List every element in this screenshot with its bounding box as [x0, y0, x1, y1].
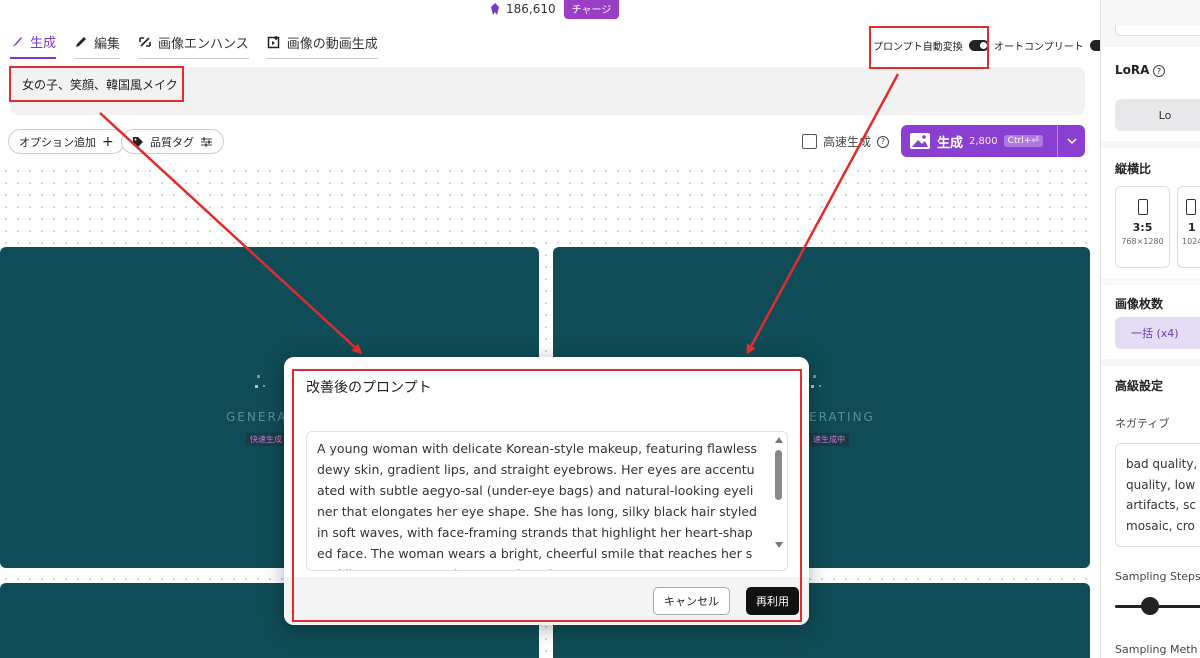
negative-line: quality, low: [1126, 477, 1196, 492]
improved-prompt-text: A young woman with delicate Korean-style…: [317, 441, 757, 570]
negative-line: bad quality,: [1126, 457, 1198, 471]
brush-icon: [12, 36, 22, 47]
fast-generate-option[interactable]: 高速生成 ?: [802, 133, 890, 150]
improved-prompt-textarea[interactable]: A young woman with delicate Korean-style…: [306, 431, 788, 571]
fast-badge: 快速生成: [246, 433, 286, 446]
scroll-thumb[interactable]: [775, 450, 782, 500]
dialog-title: 改善後のプロンプト: [306, 380, 432, 396]
cancel-button[interactable]: キャンセル: [653, 587, 730, 615]
sidebar-top: [1101, 0, 1200, 40]
tab-label: 画像の動画生成: [286, 36, 378, 52]
chevron-down-icon: [1066, 138, 1077, 144]
add-option-button[interactable]: オプション追加 +: [8, 129, 125, 154]
toggle-switch[interactable]: [968, 40, 989, 51]
enhance-icon: [139, 37, 151, 47]
batch-x4-option[interactable]: 一括 (x4): [1115, 317, 1200, 349]
tab-edit[interactable]: 編集: [74, 32, 121, 59]
autocomplete-toggle[interactable]: オートコンプリート: [994, 38, 1110, 53]
prompt-input[interactable]: 女の子、笑顔、韓国風メイク: [10, 67, 1085, 115]
tag-icon: [133, 136, 143, 147]
image-count-label: 画像枚数: [1115, 297, 1164, 311]
quality-tag-button[interactable]: 品質タグ: [121, 129, 224, 154]
sampling-method-label: Sampling Meth: [1115, 643, 1198, 656]
generate-cost: 2,800: [969, 135, 998, 147]
aspect-ratio-section: 縦横比 3:5 768×1280 1 1024: [1101, 148, 1200, 278]
dialog-footer: キャンセル 再利用: [284, 577, 809, 625]
loading-dots-icon: [811, 375, 821, 388]
portrait-icon: [1186, 199, 1196, 215]
ratio-size: 768×1280: [1121, 237, 1164, 246]
tab-generate[interactable]: 生成: [10, 32, 57, 59]
ratio-option-3-5[interactable]: 3:5 768×1280: [1115, 186, 1170, 268]
reuse-button[interactable]: 再利用: [746, 587, 799, 615]
quality-tag-label: 品質タグ: [150, 135, 194, 149]
generate-options-dropdown[interactable]: [1057, 125, 1085, 157]
ratio-value: 3:5: [1132, 221, 1153, 234]
scroll-down-icon[interactable]: [775, 542, 783, 548]
help-icon[interactable]: ?: [877, 135, 890, 148]
generate-label: 生成: [937, 135, 964, 151]
shortcut-hint: Ctrl+⏎: [1003, 135, 1043, 147]
image-icon: [910, 133, 930, 149]
ratio-size: 1024: [1182, 237, 1200, 246]
advanced-section: 高級設定 ネガティブ bad quality, quality, low art…: [1101, 366, 1200, 658]
aspect-ratio-label: 縦横比: [1115, 162, 1152, 176]
plus-icon: +: [102, 133, 114, 150]
charge-button[interactable]: チャージ: [563, 0, 620, 19]
lora-button[interactable]: Lo: [1115, 99, 1200, 131]
improved-prompt-dialog: 改善後のプロンプト A young woman with delicate Ko…: [284, 357, 809, 625]
credits-display: 186,610 チャージ: [488, 0, 620, 19]
ratio-value: 1: [1188, 221, 1196, 234]
advanced-label: 高級設定: [1115, 379, 1164, 393]
tab-label: 生成: [30, 36, 57, 51]
settings-sidebar: LoRA ? Lo 縦横比 3:5 768×1280 1 1024 画像枚数 一…: [1100, 0, 1200, 658]
sampling-steps-label: Sampling Steps: [1115, 570, 1200, 583]
lora-label: LoRA: [1115, 63, 1150, 77]
video-icon: [267, 36, 280, 49]
negative-line: mosaic, cro: [1126, 518, 1195, 533]
tab-enhance[interactable]: 画像エンハンス: [138, 32, 249, 59]
tab-label: 画像エンハンス: [158, 36, 249, 52]
scroll-up-icon[interactable]: [775, 437, 783, 443]
generating-text: ERATING: [809, 410, 875, 424]
fast-generate-checkbox[interactable]: [802, 134, 817, 149]
pencil-icon: [76, 37, 87, 47]
prompt-auto-convert-toggle[interactable]: プロンプト自動変換: [873, 38, 989, 53]
loading-dots-icon: [255, 375, 265, 388]
sampling-steps-handle[interactable]: [1141, 597, 1159, 615]
sidebar-top-field[interactable]: [1115, 26, 1200, 36]
scrollbar[interactable]: [773, 432, 785, 570]
generate-button[interactable]: 生成 2,800 Ctrl+⏎: [901, 125, 1085, 157]
tab-video[interactable]: 画像の動画生成: [266, 32, 378, 59]
generating-text: GENERA: [226, 410, 288, 424]
add-option-label: オプション追加: [19, 135, 96, 149]
ratio-option-1[interactable]: 1 1024: [1177, 186, 1200, 268]
image-count-section: 画像枚数 一括 (x4): [1101, 285, 1200, 359]
main-tabs: 生成 編集 画像エンハンス 画像の動画生成: [10, 32, 378, 59]
negative-label: ネガティブ: [1115, 417, 1170, 430]
tab-label: 編集: [94, 36, 121, 52]
credit-gem-icon: [491, 3, 499, 15]
lora-section: LoRA ? Lo: [1101, 47, 1200, 141]
portrait-icon: [1137, 199, 1148, 215]
toggle-label: オートコンプリート: [994, 42, 1084, 53]
credits-amount: 186,610: [506, 2, 556, 16]
toggle-label: プロンプト自動変換: [873, 42, 963, 53]
sliders-icon: [201, 137, 212, 146]
fast-badge: 速生成中: [809, 433, 849, 446]
help-icon[interactable]: ?: [1153, 65, 1165, 77]
negative-line: artifacts, sc: [1126, 498, 1196, 512]
negative-prompt-input[interactable]: bad quality, quality, low artifacts, sc …: [1115, 443, 1200, 547]
fast-generate-label: 高速生成: [823, 135, 872, 149]
